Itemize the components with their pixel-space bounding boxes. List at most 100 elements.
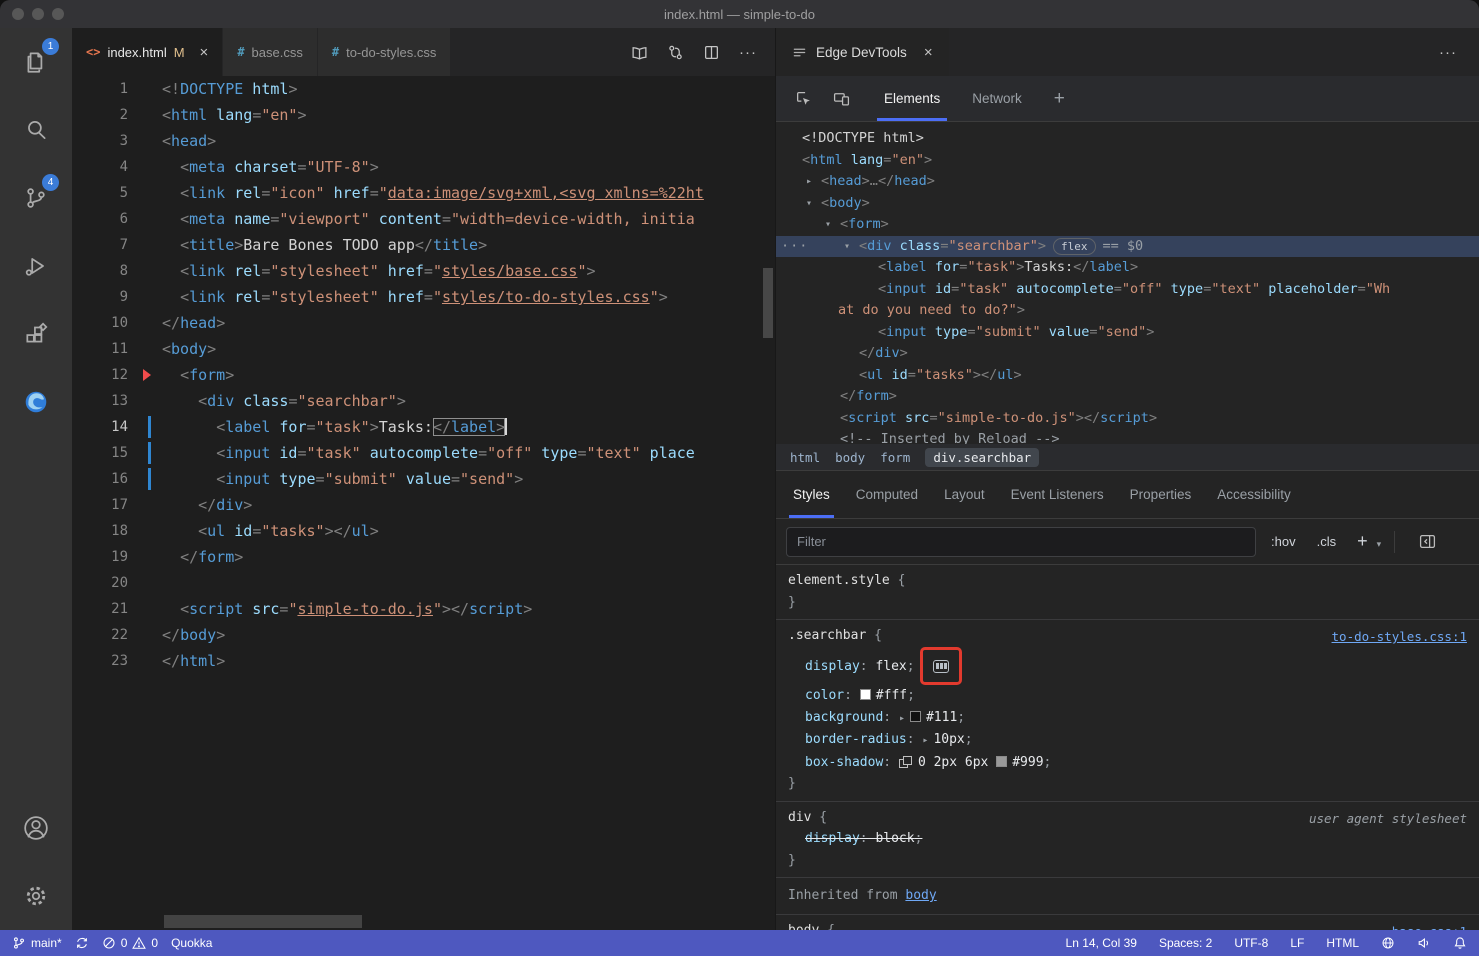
dom-tree-node[interactable]: ▸<head>…</head> [776,171,1479,193]
line-number[interactable]: 1 [72,76,128,102]
devtools-panel-tab[interactable]: Edge DevTools × [776,28,949,76]
line-number[interactable]: 16 [72,466,128,492]
eol-setting[interactable]: LF [1290,936,1304,950]
line-number[interactable]: 17 [72,492,128,518]
toggle-sidebar-button[interactable] [1408,533,1446,550]
dom-tree-node[interactable]: <!DOCTYPE html> [776,128,1479,150]
line-number[interactable]: 19 [72,544,128,570]
code-line[interactable]: 20 [72,570,775,596]
code-line[interactable]: 15 <input id="task" autocomplete="off" t… [72,440,775,466]
line-number[interactable]: 7 [72,232,128,258]
browser-preview-button[interactable] [1381,936,1395,950]
css-property[interactable]: background: ▸#111; [788,707,1467,730]
tab-index-html[interactable]: <> index.html M × [72,28,223,76]
code-line[interactable]: 22</body> [72,622,775,648]
close-devtools-icon[interactable]: × [924,45,933,60]
tab-properties[interactable]: Properties [1117,471,1205,518]
sync-button[interactable] [75,936,89,950]
activity-accounts[interactable] [0,794,72,862]
line-number[interactable]: 23 [72,648,128,674]
inherited-link[interactable]: body [905,888,936,903]
tab-styles[interactable]: Styles [780,471,843,518]
css-property[interactable]: box-shadow: 0 2px 6px #999; [788,752,1467,774]
code-line[interactable]: 23</html> [72,648,775,674]
tab-accessibility[interactable]: Accessibility [1204,471,1304,518]
rule-selector[interactable]: element.style { [788,570,1467,592]
code-line[interactable]: 13 <div class="searchbar"> [72,388,775,414]
dom-tree-node[interactable]: </form> [776,386,1479,408]
shadow-icon[interactable] [899,756,912,768]
close-window-button[interactable] [12,8,24,20]
activity-search[interactable] [0,96,72,164]
dom-tree-node[interactable]: at do you need to do?"> [776,300,1479,322]
activity-extensions[interactable] [0,300,72,368]
styles-filter-input[interactable] [786,527,1256,557]
expand-icon[interactable]: ▸ [899,708,905,730]
code-line[interactable]: 3<head> [72,128,775,154]
code-line[interactable]: 19 </form> [72,544,775,570]
line-number[interactable]: 12 [72,362,128,388]
twisty-icon[interactable]: ▾ [825,214,831,236]
line-number[interactable]: 18 [72,518,128,544]
line-number[interactable]: 11 [72,336,128,362]
dom-tree-node[interactable]: <script src="simple-to-do.js"></script> [776,408,1479,430]
open-preview-icon[interactable] [631,44,648,61]
line-number[interactable]: 2 [72,102,128,128]
line-number[interactable]: 13 [72,388,128,414]
line-number[interactable]: 9 [72,284,128,310]
line-number[interactable]: 22 [72,622,128,648]
color-swatch[interactable] [996,756,1007,767]
rule-selector[interactable]: body { [788,920,1467,931]
notifications-button[interactable] [1453,936,1467,950]
zoom-window-button[interactable] [52,8,64,20]
dom-tree-node[interactable]: </div> [776,343,1479,365]
dom-tree-node[interactable]: ···▾<div class="searchbar">flex== $0 [776,236,1479,258]
dom-tree-node[interactable]: <!-- Inserted by Reload --> [776,429,1479,444]
tab-layout[interactable]: Layout [931,471,998,518]
tab-base-css[interactable]: # base.css [223,28,318,76]
twisty-icon[interactable]: ▾ [844,236,850,258]
vertical-scrollbar[interactable] [763,268,773,338]
new-style-rule-button[interactable]: + [1351,531,1370,552]
close-tab-icon[interactable]: × [200,45,209,60]
git-modified-marker[interactable] [128,466,162,492]
breadcrumb-item-body[interactable]: body [835,450,865,465]
line-number[interactable]: 15 [72,440,128,466]
code-line[interactable]: 6 <meta name="viewport" content="width=d… [72,206,775,232]
code-line[interactable]: 11<body> [72,336,775,362]
cursor-position[interactable]: Ln 14, Col 39 [1066,936,1137,950]
add-devtools-tab-button[interactable]: + [1038,88,1081,110]
minimize-window-button[interactable] [32,8,44,20]
code-line[interactable]: 2<html lang="en"> [72,102,775,128]
line-number[interactable]: 3 [72,128,128,154]
line-number[interactable]: 8 [72,258,128,284]
editor-code[interactable]: 1<!DOCTYPE html>2<html lang="en">3<head>… [72,76,775,930]
toggle-class-button[interactable]: .cls [1311,530,1343,553]
line-number[interactable]: 5 [72,180,128,206]
git-deleted-marker[interactable] [128,362,162,388]
dom-tree-node[interactable]: <ul id="tasks"></ul> [776,365,1479,387]
line-number[interactable]: 4 [72,154,128,180]
devtools-more-actions-icon[interactable]: ··· [1439,44,1479,61]
git-modified-marker[interactable] [128,414,162,440]
code-line[interactable]: 4 <meta charset="UTF-8"> [72,154,775,180]
code-line[interactable]: 14 <label for="task">Tasks:</label> [72,414,775,440]
css-property[interactable]: color: #fff; [788,685,1467,707]
dom-tree-node[interactable]: <input id="task" autocomplete="off" type… [776,279,1479,301]
color-swatch[interactable] [910,711,921,722]
device-emulation-button[interactable] [822,90,860,107]
css-property[interactable]: display: block; [788,828,1467,850]
line-number[interactable]: 20 [72,570,128,596]
more-actions-icon[interactable]: ··· [739,44,757,61]
code-line[interactable]: 8 <link rel="stylesheet" href="styles/ba… [72,258,775,284]
code-line[interactable]: 16 <input type="submit" value="send"> [72,466,775,492]
indentation-setting[interactable]: Spaces: 2 [1159,936,1212,950]
language-mode[interactable]: HTML [1326,936,1359,950]
tab-elements[interactable]: Elements [868,76,956,121]
breadcrumb-item-form[interactable]: form [880,450,910,465]
stylesheet-link[interactable]: to-do-styles.css:1 [1332,626,1467,648]
code-line[interactable]: 21 <script src="simple-to-do.js"></scrip… [72,596,775,622]
tab-event-listeners[interactable]: Event Listeners [998,471,1117,518]
code-line[interactable]: 10</head> [72,310,775,336]
code-line[interactable]: 17 </div> [72,492,775,518]
